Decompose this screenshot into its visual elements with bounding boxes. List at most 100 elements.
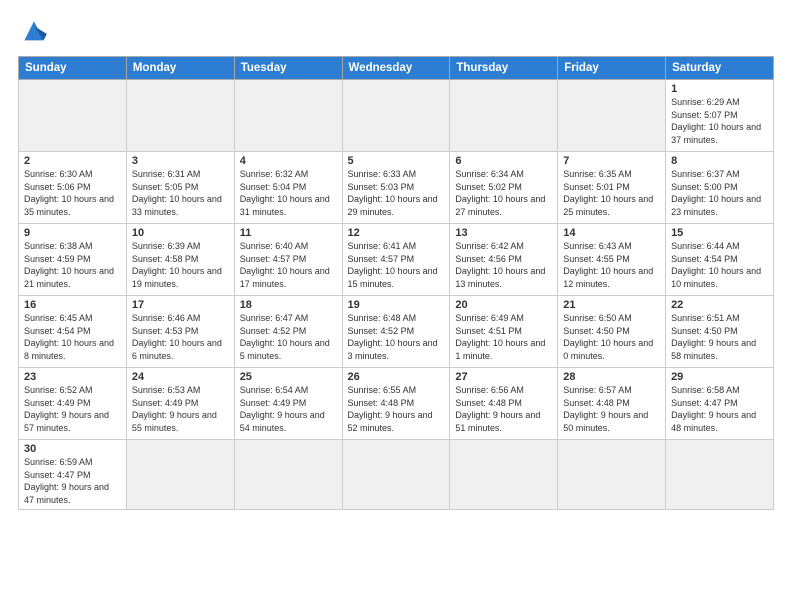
- calendar-cell: 15Sunrise: 6:44 AM Sunset: 4:54 PM Dayli…: [666, 224, 774, 296]
- day-number: 4: [240, 155, 337, 167]
- day-number: 9: [24, 227, 121, 239]
- cell-info: Sunrise: 6:47 AM Sunset: 4:52 PM Dayligh…: [240, 312, 337, 362]
- cell-info: Sunrise: 6:30 AM Sunset: 5:06 PM Dayligh…: [24, 168, 121, 218]
- cell-info: Sunrise: 6:39 AM Sunset: 4:58 PM Dayligh…: [132, 240, 229, 290]
- weekday-header: Saturday: [666, 57, 774, 80]
- calendar-cell: 26Sunrise: 6:55 AM Sunset: 4:48 PM Dayli…: [342, 368, 450, 440]
- day-number: 20: [455, 299, 552, 311]
- cell-info: Sunrise: 6:59 AM Sunset: 4:47 PM Dayligh…: [24, 456, 121, 506]
- day-number: 23: [24, 371, 121, 383]
- cell-info: Sunrise: 6:43 AM Sunset: 4:55 PM Dayligh…: [563, 240, 660, 290]
- calendar-cell: 11Sunrise: 6:40 AM Sunset: 4:57 PM Dayli…: [234, 224, 342, 296]
- cell-info: Sunrise: 6:53 AM Sunset: 4:49 PM Dayligh…: [132, 384, 229, 434]
- cell-info: Sunrise: 6:34 AM Sunset: 5:02 PM Dayligh…: [455, 168, 552, 218]
- weekday-header: Friday: [558, 57, 666, 80]
- calendar-cell: [558, 440, 666, 510]
- calendar-cell: [234, 80, 342, 152]
- calendar-cell: 20Sunrise: 6:49 AM Sunset: 4:51 PM Dayli…: [450, 296, 558, 368]
- day-number: 15: [671, 227, 768, 239]
- weekday-header: Tuesday: [234, 57, 342, 80]
- calendar-cell: 8Sunrise: 6:37 AM Sunset: 5:00 PM Daylig…: [666, 152, 774, 224]
- day-number: 22: [671, 299, 768, 311]
- calendar-cell: 29Sunrise: 6:58 AM Sunset: 4:47 PM Dayli…: [666, 368, 774, 440]
- day-number: 1: [671, 83, 768, 95]
- calendar-week-row: 16Sunrise: 6:45 AM Sunset: 4:54 PM Dayli…: [19, 296, 774, 368]
- calendar-cell: 2Sunrise: 6:30 AM Sunset: 5:06 PM Daylig…: [19, 152, 127, 224]
- cell-info: Sunrise: 6:31 AM Sunset: 5:05 PM Dayligh…: [132, 168, 229, 218]
- calendar-cell: 5Sunrise: 6:33 AM Sunset: 5:03 PM Daylig…: [342, 152, 450, 224]
- day-number: 14: [563, 227, 660, 239]
- weekday-header: Wednesday: [342, 57, 450, 80]
- cell-info: Sunrise: 6:57 AM Sunset: 4:48 PM Dayligh…: [563, 384, 660, 434]
- calendar-cell: [666, 440, 774, 510]
- calendar-week-row: 30Sunrise: 6:59 AM Sunset: 4:47 PM Dayli…: [19, 440, 774, 510]
- calendar-cell: 28Sunrise: 6:57 AM Sunset: 4:48 PM Dayli…: [558, 368, 666, 440]
- cell-info: Sunrise: 6:42 AM Sunset: 4:56 PM Dayligh…: [455, 240, 552, 290]
- calendar-cell: 30Sunrise: 6:59 AM Sunset: 4:47 PM Dayli…: [19, 440, 127, 510]
- header: [18, 18, 774, 46]
- calendar-cell: [450, 440, 558, 510]
- calendar-cell: 12Sunrise: 6:41 AM Sunset: 4:57 PM Dayli…: [342, 224, 450, 296]
- cell-info: Sunrise: 6:46 AM Sunset: 4:53 PM Dayligh…: [132, 312, 229, 362]
- cell-info: Sunrise: 6:48 AM Sunset: 4:52 PM Dayligh…: [348, 312, 445, 362]
- logo-icon: [18, 18, 50, 46]
- cell-info: Sunrise: 6:35 AM Sunset: 5:01 PM Dayligh…: [563, 168, 660, 218]
- calendar-week-row: 2Sunrise: 6:30 AM Sunset: 5:06 PM Daylig…: [19, 152, 774, 224]
- day-number: 24: [132, 371, 229, 383]
- weekday-header: Monday: [126, 57, 234, 80]
- day-number: 21: [563, 299, 660, 311]
- page: SundayMondayTuesdayWednesdayThursdayFrid…: [0, 0, 792, 612]
- calendar-cell: 1Sunrise: 6:29 AM Sunset: 5:07 PM Daylig…: [666, 80, 774, 152]
- cell-info: Sunrise: 6:51 AM Sunset: 4:50 PM Dayligh…: [671, 312, 768, 362]
- cell-info: Sunrise: 6:44 AM Sunset: 4:54 PM Dayligh…: [671, 240, 768, 290]
- calendar: SundayMondayTuesdayWednesdayThursdayFrid…: [18, 56, 774, 510]
- calendar-cell: 6Sunrise: 6:34 AM Sunset: 5:02 PM Daylig…: [450, 152, 558, 224]
- cell-info: Sunrise: 6:37 AM Sunset: 5:00 PM Dayligh…: [671, 168, 768, 218]
- calendar-cell: 25Sunrise: 6:54 AM Sunset: 4:49 PM Dayli…: [234, 368, 342, 440]
- logo: [18, 18, 54, 46]
- day-number: 28: [563, 371, 660, 383]
- calendar-cell: 27Sunrise: 6:56 AM Sunset: 4:48 PM Dayli…: [450, 368, 558, 440]
- calendar-week-row: 1Sunrise: 6:29 AM Sunset: 5:07 PM Daylig…: [19, 80, 774, 152]
- calendar-cell: [126, 80, 234, 152]
- day-number: 5: [348, 155, 445, 167]
- calendar-cell: [342, 80, 450, 152]
- calendar-cell: 10Sunrise: 6:39 AM Sunset: 4:58 PM Dayli…: [126, 224, 234, 296]
- day-number: 7: [563, 155, 660, 167]
- day-number: 11: [240, 227, 337, 239]
- day-number: 8: [671, 155, 768, 167]
- calendar-cell: [342, 440, 450, 510]
- cell-info: Sunrise: 6:38 AM Sunset: 4:59 PM Dayligh…: [24, 240, 121, 290]
- calendar-cell: 24Sunrise: 6:53 AM Sunset: 4:49 PM Dayli…: [126, 368, 234, 440]
- calendar-week-row: 9Sunrise: 6:38 AM Sunset: 4:59 PM Daylig…: [19, 224, 774, 296]
- cell-info: Sunrise: 6:29 AM Sunset: 5:07 PM Dayligh…: [671, 96, 768, 146]
- cell-info: Sunrise: 6:56 AM Sunset: 4:48 PM Dayligh…: [455, 384, 552, 434]
- calendar-cell: 23Sunrise: 6:52 AM Sunset: 4:49 PM Dayli…: [19, 368, 127, 440]
- calendar-cell: 9Sunrise: 6:38 AM Sunset: 4:59 PM Daylig…: [19, 224, 127, 296]
- day-number: 19: [348, 299, 445, 311]
- calendar-cell: [126, 440, 234, 510]
- day-number: 16: [24, 299, 121, 311]
- day-number: 10: [132, 227, 229, 239]
- cell-info: Sunrise: 6:49 AM Sunset: 4:51 PM Dayligh…: [455, 312, 552, 362]
- day-number: 30: [24, 443, 121, 455]
- day-number: 17: [132, 299, 229, 311]
- calendar-cell: 21Sunrise: 6:50 AM Sunset: 4:50 PM Dayli…: [558, 296, 666, 368]
- day-number: 12: [348, 227, 445, 239]
- calendar-cell: 22Sunrise: 6:51 AM Sunset: 4:50 PM Dayli…: [666, 296, 774, 368]
- calendar-cell: 7Sunrise: 6:35 AM Sunset: 5:01 PM Daylig…: [558, 152, 666, 224]
- day-number: 29: [671, 371, 768, 383]
- cell-info: Sunrise: 6:54 AM Sunset: 4:49 PM Dayligh…: [240, 384, 337, 434]
- weekday-header-row: SundayMondayTuesdayWednesdayThursdayFrid…: [19, 57, 774, 80]
- day-number: 6: [455, 155, 552, 167]
- cell-info: Sunrise: 6:32 AM Sunset: 5:04 PM Dayligh…: [240, 168, 337, 218]
- day-number: 18: [240, 299, 337, 311]
- calendar-week-row: 23Sunrise: 6:52 AM Sunset: 4:49 PM Dayli…: [19, 368, 774, 440]
- day-number: 25: [240, 371, 337, 383]
- calendar-cell: [19, 80, 127, 152]
- weekday-header: Thursday: [450, 57, 558, 80]
- cell-info: Sunrise: 6:58 AM Sunset: 4:47 PM Dayligh…: [671, 384, 768, 434]
- cell-info: Sunrise: 6:45 AM Sunset: 4:54 PM Dayligh…: [24, 312, 121, 362]
- calendar-cell: 18Sunrise: 6:47 AM Sunset: 4:52 PM Dayli…: [234, 296, 342, 368]
- cell-info: Sunrise: 6:40 AM Sunset: 4:57 PM Dayligh…: [240, 240, 337, 290]
